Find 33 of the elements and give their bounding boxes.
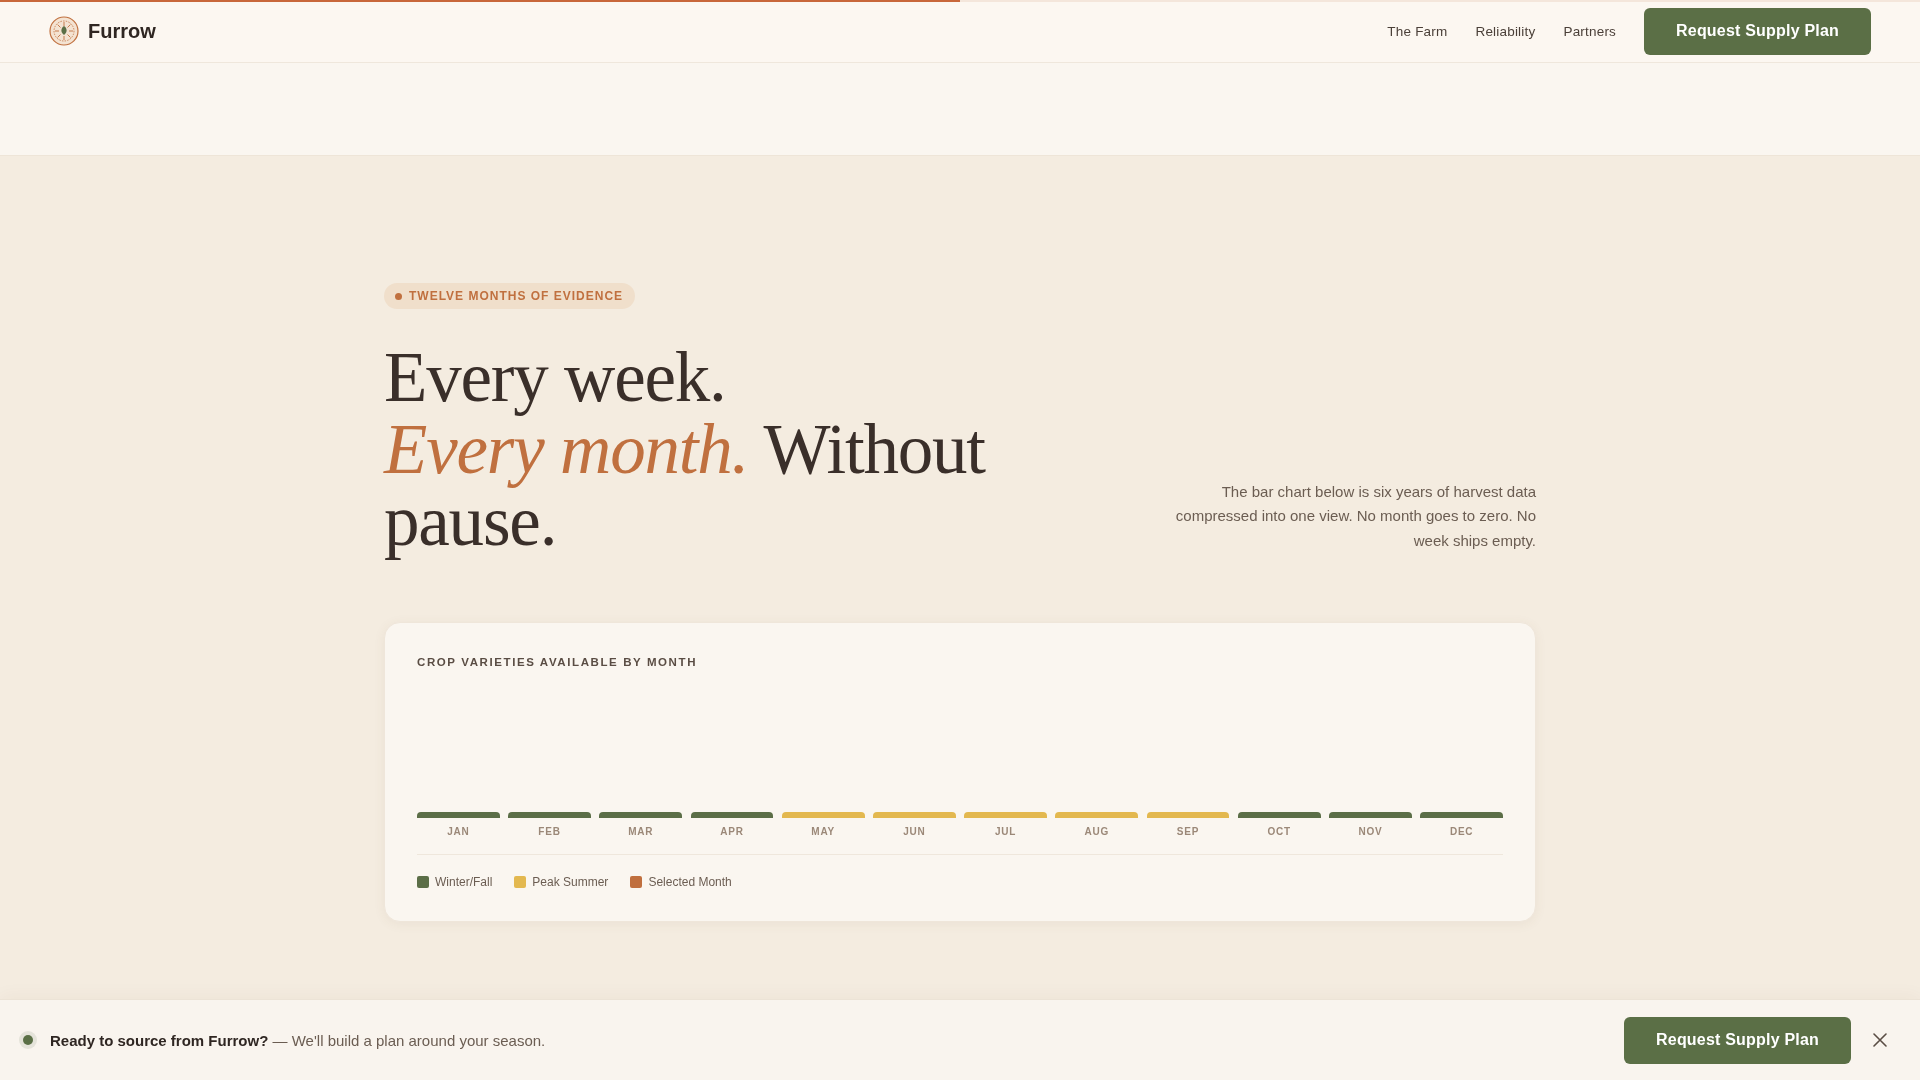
- month-label: DEC: [1448, 826, 1475, 838]
- nav-link[interactable]: The Farm: [1387, 23, 1448, 39]
- month-label: SEP: [1175, 826, 1201, 838]
- month-label: AUG: [1083, 826, 1111, 838]
- month-bar[interactable]: [690, 812, 774, 818]
- dot-icon: [395, 292, 402, 300]
- legend-label: Peak Summer: [532, 875, 609, 889]
- sunburst-logo-icon[interactable]: [49, 16, 79, 46]
- request-plan-button[interactable]: Request Supply Plan: [1644, 7, 1871, 55]
- month-label: NOV: [1357, 826, 1384, 838]
- month-label: FEB: [537, 826, 562, 838]
- eyebrow-text: TWELVE MONTHS OF EVIDENCE: [409, 289, 624, 303]
- request-plan-button[interactable]: Request Supply Plan: [1624, 1016, 1851, 1064]
- month-label: MAY: [810, 826, 837, 838]
- month-label: OCT: [1266, 826, 1292, 838]
- legend-label: Winter/Fall: [435, 875, 493, 889]
- close-icon[interactable]: [1873, 1033, 1887, 1047]
- section-heading: Every week. Every month. Without pause.: [384, 341, 987, 562]
- month-label: JUL: [993, 826, 1018, 838]
- nav-link[interactable]: Reliability: [1475, 23, 1536, 39]
- month-bar[interactable]: [1237, 812, 1321, 818]
- banner-message: Ready to source from Furrow? — We'll build a plan around your season.: [50, 1031, 546, 1049]
- month-label: JAN: [446, 826, 471, 838]
- brand-name: Furrow: [88, 19, 156, 43]
- section-description: The bar chart below is six years of harvest data compressed into one view. No month goes to zero. No week ships empty.: [1174, 481, 1536, 551]
- month-label: JUN: [902, 826, 927, 838]
- month-label: APR: [719, 826, 745, 838]
- nav-link[interactable]: Partners: [1563, 23, 1617, 39]
- month-label: MAR: [627, 826, 655, 838]
- status-dot-icon: [23, 1035, 33, 1045]
- month-bar[interactable]: [599, 812, 683, 818]
- legend-label: Selected Month: [648, 875, 732, 889]
- chart-title: CROP VARIETIES AVAILABLE BY MONTH: [417, 655, 699, 669]
